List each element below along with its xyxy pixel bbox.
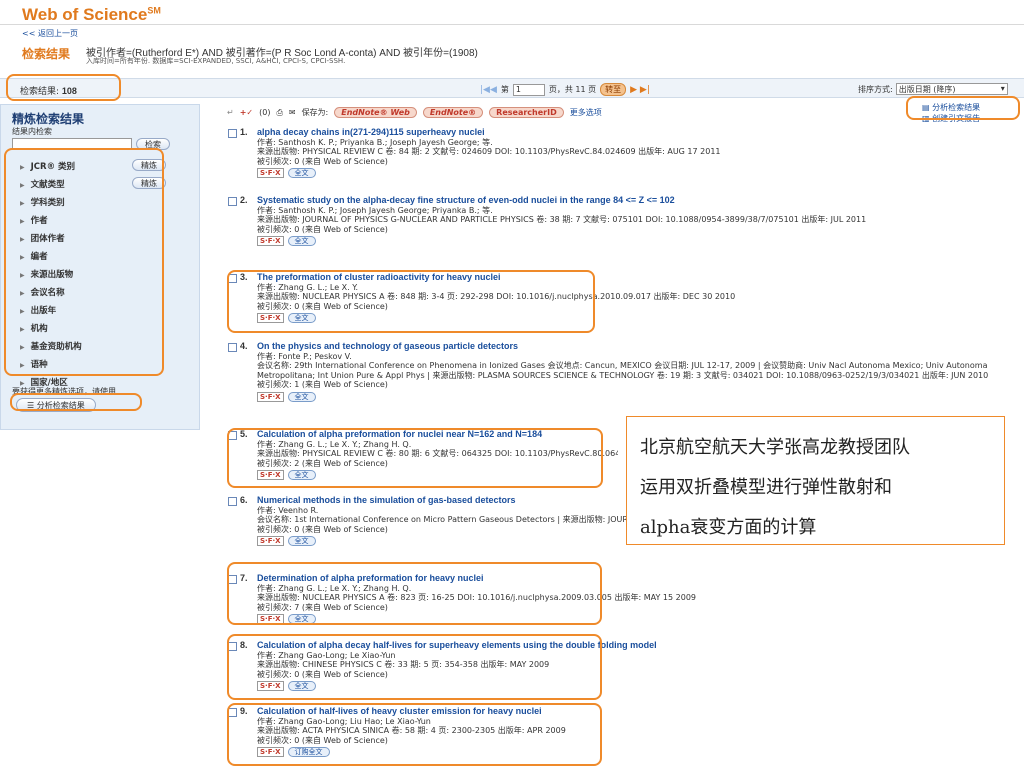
highlight-record-9 xyxy=(227,703,602,766)
record-source: 来源出版物: PHYSICAL REVIEW C 卷: 84 期: 2 文献号:… xyxy=(257,147,721,156)
record-checkbox[interactable] xyxy=(228,197,237,206)
record-number: 4. xyxy=(240,341,248,351)
save-label: 保存为: xyxy=(301,108,329,117)
wos-logo[interactable]: Web of ScienceSM xyxy=(22,5,161,25)
highlight-refine xyxy=(4,148,164,376)
sort-select[interactable]: 出版日期 (降序) ▾ xyxy=(895,83,1008,95)
back-link[interactable]: << 返回上一页 xyxy=(22,28,78,39)
record-number: 2. xyxy=(240,195,248,205)
highlight-record-5 xyxy=(227,428,603,488)
record-checkbox[interactable] xyxy=(228,129,237,138)
highlight-count xyxy=(6,74,121,101)
sort-label: 排序方式: xyxy=(858,84,893,94)
more-options-link[interactable]: 更多选项 xyxy=(570,107,602,118)
highlight-record-8 xyxy=(227,634,602,700)
search-scope: 入库时间=所有年份. 数据库=SCI-EXPANDED, SSCI, A&HCI… xyxy=(86,57,346,65)
full-text-button[interactable]: 全文 xyxy=(287,391,316,402)
toolbar: ↵ +✓ (0) ⎙ ✉ 保存为: EndNote® Web EndNote® … xyxy=(227,107,602,118)
go-button[interactable]: 转至 xyxy=(600,83,627,96)
page-suffix: 页，共 11 页 xyxy=(548,85,597,94)
pager: |◀◀ 第 1 页，共 11 页 转至 ▶ ▶| xyxy=(480,83,650,96)
first-page-icon[interactable]: |◀◀ xyxy=(480,85,497,95)
page-prefix: 第 xyxy=(500,85,509,94)
chevron-down-icon: ▾ xyxy=(1000,84,1005,93)
callout-line-1: 北京航空航天大学张高龙教授团队 xyxy=(640,437,910,458)
record-number: 1. xyxy=(240,127,248,137)
record-authors: 作者: Veenho R. xyxy=(257,505,319,515)
list-item: 1. alpha decay chains in(271-294)115 supe… xyxy=(228,127,1018,178)
sort-control: 排序方式: 出版日期 (降序) ▾ xyxy=(858,83,1008,95)
record-title[interactable]: alpha decay chains in(271-294)115 superh… xyxy=(257,127,1018,138)
next-page-icon[interactable]: ▶ ▶| xyxy=(630,85,650,95)
record-title[interactable]: On the physics and technology of gaseous… xyxy=(257,341,1018,352)
full-text-button[interactable]: 全文 xyxy=(287,168,316,178)
sfx-button[interactable]: S·F·X xyxy=(257,391,284,402)
endnote-button[interactable]: EndNote® xyxy=(422,107,484,118)
record-checkbox[interactable] xyxy=(228,497,237,506)
record-authors: 作者: Fonte P.; Peskov V. xyxy=(257,351,352,361)
record-title[interactable]: Numerical methods in the simulation of g… xyxy=(257,496,626,506)
sfx-button[interactable]: S·F·X xyxy=(257,236,284,246)
callout-line-2: 运用双折叠模型进行弹性散射和 xyxy=(640,477,892,498)
record-source: 来源出版物: JOURNAL OF PHYSICS G-NUCLEAR AND … xyxy=(257,215,867,224)
record-source: 会议名称: 1st International Conference on Mi… xyxy=(257,515,626,524)
highlight-record-7 xyxy=(227,562,602,625)
list-item: 4. On the physics and technology of gaseo… xyxy=(228,341,1018,402)
record-cited[interactable]: 被引频次: 1 (来自 Web of Science) xyxy=(257,380,1018,390)
sfx-button[interactable]: S·F·X xyxy=(257,536,284,546)
list-item: 2. Systematic study on the alpha-decay fi… xyxy=(228,195,1018,246)
researcherid-button[interactable]: ResearcherID xyxy=(489,107,564,118)
results-title: 检索结果 xyxy=(22,47,71,61)
record-authors: 作者: Santhosh K. P.; Priyanka B.; Joseph … xyxy=(257,137,493,147)
arrow-icon: ↵ xyxy=(227,108,234,117)
page-input[interactable]: 1 xyxy=(512,83,545,96)
refine-search-label: 结果内检索 xyxy=(12,127,52,136)
record-cited[interactable]: 被引频次: 0 (来自 Web of Science) xyxy=(257,157,1018,167)
refine-title: 精炼检索结果 xyxy=(12,112,85,126)
record-authors: 作者: Santhosh K. P.; Joseph Jayesh George… xyxy=(257,205,493,215)
email-icon[interactable]: ✉ xyxy=(289,108,296,117)
sort-value: 出版日期 (降序) xyxy=(898,85,956,94)
record-source: 会议名称: 29th International Conference on P… xyxy=(257,361,989,380)
marked-count: (0) xyxy=(259,108,271,117)
callout-line-3: alpha衰变方面的计算 xyxy=(640,517,817,538)
record-number: 6. xyxy=(240,495,248,505)
highlight-record-3 xyxy=(227,270,595,333)
record-cited[interactable]: 被引频次: 0 (来自 Web of Science) xyxy=(257,525,626,535)
mark-plus-icon[interactable]: +✓ xyxy=(240,108,253,117)
endnote-web-button[interactable]: EndNote® Web xyxy=(334,107,417,118)
highlight-analyze-link xyxy=(906,96,1020,120)
header-divider xyxy=(0,24,1024,25)
record-title[interactable]: Systematic study on the alpha-decay fine… xyxy=(257,195,1018,206)
full-text-button[interactable]: 全文 xyxy=(287,236,316,246)
sfx-button[interactable]: S·F·X xyxy=(257,168,284,178)
list-item: 6. Numerical methods in the simulation of… xyxy=(228,495,626,546)
record-cited[interactable]: 被引频次: 0 (来自 Web of Science) xyxy=(257,225,1018,235)
record-checkbox[interactable] xyxy=(228,343,237,352)
print-icon[interactable]: ⎙ xyxy=(276,108,282,118)
highlight-analyze xyxy=(10,393,142,411)
full-text-button[interactable]: 全文 xyxy=(287,536,316,546)
